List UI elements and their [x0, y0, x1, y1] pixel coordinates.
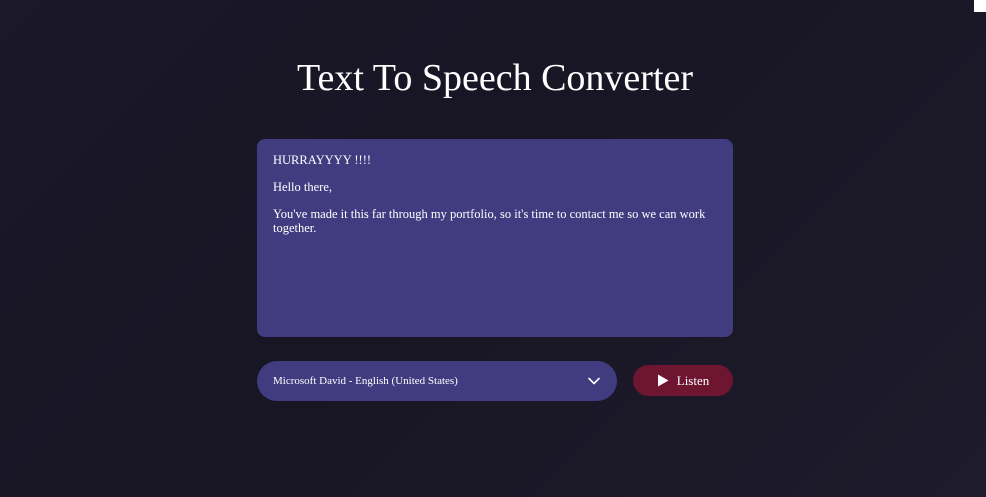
voice-select-value: Microsoft David - English (United States… — [273, 375, 458, 387]
chevron-down-icon — [587, 374, 601, 388]
play-icon — [657, 374, 669, 387]
text-paragraph: Hello there, — [273, 180, 333, 194]
text-paragraph: You've made it this far through my portf… — [273, 207, 709, 235]
window-corner — [974, 0, 986, 12]
text-input-area[interactable]: HURRAYYYY !!!! Hello there, You've made … — [257, 139, 733, 337]
controls-row: Microsoft David - English (United States… — [257, 361, 733, 401]
page-title: Text To Speech Converter — [296, 57, 694, 99]
voice-select[interactable]: Microsoft David - English (United States… — [257, 361, 617, 401]
listen-button[interactable]: Listen — [633, 365, 733, 396]
listen-button-label: Listen — [676, 372, 710, 388]
text-paragraph: HURRAYYYY !!!! — [273, 153, 372, 167]
